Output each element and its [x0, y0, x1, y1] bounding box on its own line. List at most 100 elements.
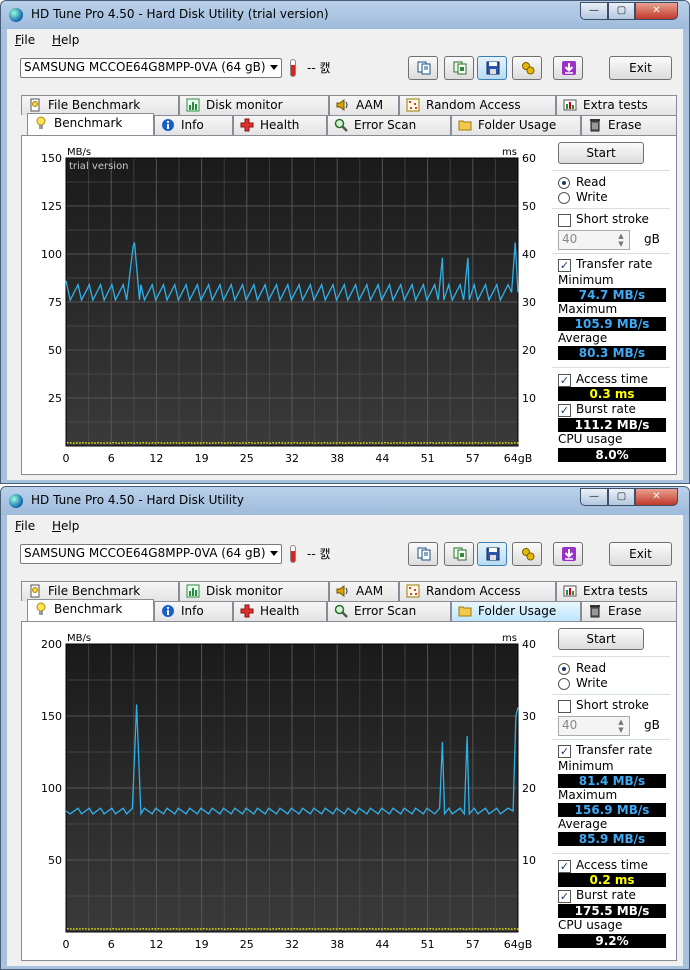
tab-erase[interactable]: Erase — [581, 115, 677, 135]
minimize-button[interactable]: — — [580, 488, 608, 506]
menu-item-help[interactable]: Help — [52, 519, 79, 533]
access-time-point — [387, 442, 389, 444]
access-time-checkbox[interactable]: ✓ — [558, 374, 571, 387]
tab-disk-monitor[interactable]: Disk monitor — [179, 95, 329, 115]
tab-folder-usage[interactable]: Folder Usage — [451, 115, 581, 135]
tab-error-scan[interactable]: Error Scan — [327, 601, 451, 621]
access-time-label: Access time — [576, 372, 649, 386]
access-time-point — [320, 442, 323, 444]
write-radio[interactable] — [558, 192, 570, 204]
access-time-point — [184, 928, 187, 930]
access-time-point — [350, 442, 353, 444]
close-button[interactable]: ✕ — [635, 2, 678, 20]
spin-up-icon[interactable]: ▲ — [615, 718, 627, 726]
tab-random-access[interactable]: Random Access — [399, 581, 556, 601]
access-time-point — [73, 442, 75, 444]
access-time-point — [281, 442, 284, 444]
tab-health[interactable]: Health — [233, 115, 327, 135]
title-bar[interactable]: HD Tune Pro 4.50 - Hard Disk Utility (tr… — [1, 1, 689, 29]
tab-file-benchmark[interactable]: File Benchmark — [21, 581, 179, 601]
tab-info[interactable]: Info — [154, 601, 233, 621]
tab-health[interactable]: Health — [233, 601, 327, 621]
tab-extra-tests[interactable]: Extra tests — [556, 95, 677, 115]
burst-rate-checkbox[interactable]: ✓ — [558, 890, 571, 903]
tab-folder-usage[interactable]: Folder Usage — [451, 601, 581, 621]
divider — [552, 170, 670, 171]
access-time-point — [414, 442, 416, 444]
title-bar[interactable]: HD Tune Pro 4.50 - Hard Disk Utility — ▢ ✕ — [1, 487, 689, 515]
tab-erase[interactable]: Erase — [581, 601, 677, 621]
access-time-point — [465, 442, 468, 444]
read-radio[interactable] — [558, 663, 570, 675]
spin-down-icon[interactable]: ▼ — [615, 726, 627, 734]
access-time-point — [281, 928, 284, 930]
read-label: Read — [576, 661, 607, 675]
download-button[interactable] — [553, 542, 583, 566]
access-time-point — [145, 442, 148, 444]
save-button[interactable] — [477, 542, 507, 566]
access-time-point — [160, 442, 163, 444]
y-tick-label: 100 — [41, 248, 62, 261]
tab-error-scan[interactable]: Error Scan — [327, 115, 451, 135]
menu-item-help[interactable]: Help — [52, 33, 79, 47]
close-button[interactable]: ✕ — [635, 488, 678, 506]
tab-random-access[interactable]: Random Access — [399, 95, 556, 115]
access-time-point — [296, 928, 299, 930]
tab-benchmark[interactable]: Benchmark — [27, 599, 154, 621]
access-time-point — [513, 928, 516, 930]
exit-button[interactable]: Exit — [609, 542, 672, 566]
options-button[interactable] — [512, 542, 542, 566]
copy-button[interactable] — [408, 542, 438, 566]
copy-all-button[interactable] — [444, 56, 474, 80]
tab-benchmark[interactable]: Benchmark — [27, 113, 154, 135]
menu-item-file[interactable]: File — [15, 33, 35, 47]
short-stroke-checkbox[interactable] — [558, 214, 571, 227]
tab-file-benchmark[interactable]: File Benchmark — [21, 95, 179, 115]
burst-rate-checkbox[interactable]: ✓ — [558, 404, 571, 417]
access-time-point — [299, 928, 302, 930]
drive-select[interactable]: SAMSUNG MCCOE64G8MPP-0VA (64 gB) — [20, 544, 282, 564]
trash-icon — [588, 118, 602, 132]
access-time-point — [157, 928, 160, 930]
download-button[interactable] — [553, 56, 583, 80]
read-radio[interactable] — [558, 177, 570, 189]
write-radio[interactable] — [558, 678, 570, 690]
copy-all-button[interactable] — [444, 542, 474, 566]
options-button[interactable] — [512, 56, 542, 80]
short-stroke-checkbox[interactable] — [558, 700, 571, 713]
app-window: HD Tune Pro 4.50 - Hard Disk Utility — ▢ ✕ F… — [0, 486, 690, 970]
access-time-point — [372, 442, 374, 444]
short-stroke-input[interactable]: 40 ▲ ▼ — [558, 230, 630, 250]
transfer-rate-checkbox[interactable]: ✓ — [558, 259, 571, 272]
access-time-checkbox[interactable]: ✓ — [558, 860, 571, 873]
copy-button[interactable] — [408, 56, 438, 80]
tab-aam[interactable]: AAM — [329, 95, 399, 115]
tab-disk-monitor[interactable]: Disk monitor — [179, 581, 329, 601]
tab-info[interactable]: Info — [154, 115, 233, 135]
spin-up-icon[interactable]: ▲ — [615, 232, 627, 240]
maximize-button[interactable]: ▢ — [608, 488, 635, 506]
access-time-point — [163, 442, 166, 444]
access-time-point — [139, 442, 142, 444]
close-icon: ✕ — [652, 5, 661, 16]
start-button[interactable]: Start — [558, 628, 644, 650]
short-stroke-input[interactable]: 40 ▲ ▼ — [558, 716, 630, 736]
access-time-point — [94, 928, 96, 930]
cpu-usage-value: 9.2% — [558, 934, 666, 948]
access-time-point — [130, 442, 133, 444]
access-time-point — [181, 442, 184, 444]
tab-aam[interactable]: AAM — [329, 581, 399, 601]
tab-extra-tests[interactable]: Extra tests — [556, 581, 677, 601]
transfer-rate-checkbox[interactable]: ✓ — [558, 745, 571, 758]
maximize-button[interactable]: ▢ — [608, 2, 635, 20]
menu-item-file[interactable]: File — [15, 519, 35, 533]
save-button[interactable] — [477, 56, 507, 80]
menu-label: ile — [21, 33, 36, 47]
minimize-button[interactable]: — — [580, 2, 608, 20]
spin-down-icon[interactable]: ▼ — [615, 240, 627, 248]
start-button[interactable]: Start — [558, 142, 644, 164]
read-label: Read — [576, 175, 607, 189]
exit-button[interactable]: Exit — [609, 56, 672, 80]
drive-select[interactable]: SAMSUNG MCCOE64G8MPP-0VA (64 gB) — [20, 58, 282, 78]
x-tick-label: 19 — [195, 452, 209, 465]
